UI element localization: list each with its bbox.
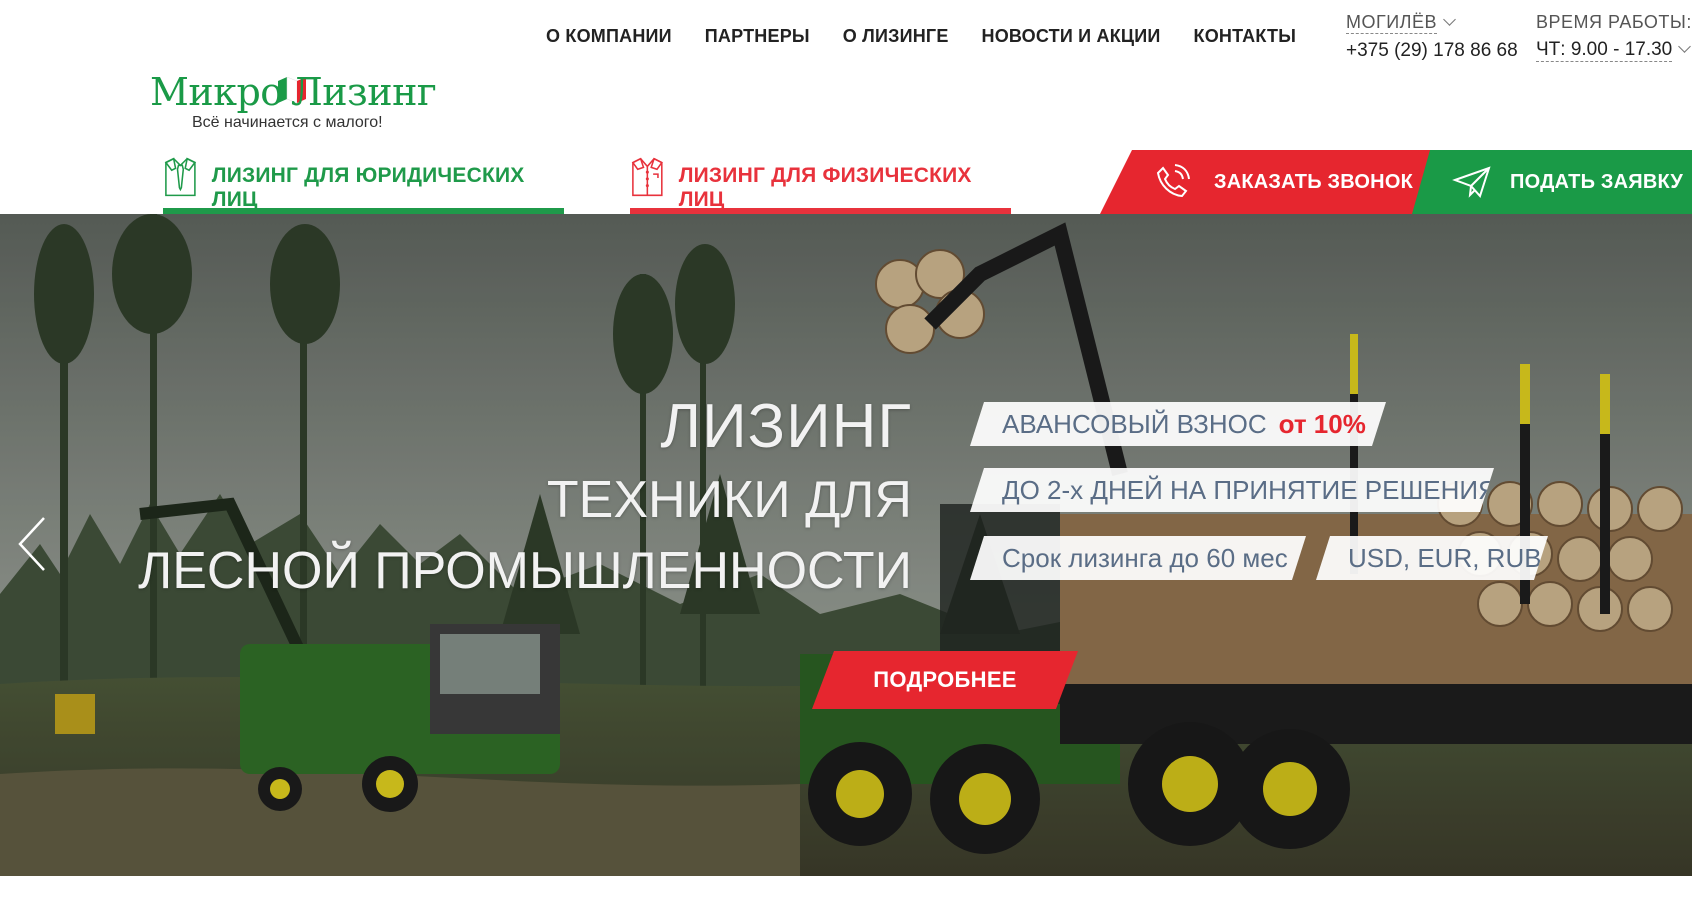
site-header: Микро Лизинг Всё начинается с малого! О … [0,0,1692,214]
order-call-label: ЗАКАЗАТЬ ЗВОНОК [1214,170,1413,193]
tab-legal-label: ЛИЗИНГ ДЛЯ ЮРИДИЧЕСКИХ ЛИЦ [211,164,525,211]
nav-item-contacts[interactable]: КОНТАКТЫ [1194,26,1297,47]
feature-decision-label: ДО 2-х ДНЕЙ НА ПРИНЯТИЕ РЕШЕНИЯ [1002,474,1497,505]
logo-tagline: Всё начинается с малого! [192,114,383,131]
feature-term-label: Срок лизинга до 60 мес [1002,542,1288,573]
chevron-down-icon [1678,40,1692,53]
order-call-button[interactable]: ЗАКАЗАТЬ ЗВОНОК [1100,150,1430,214]
chevron-left-icon[interactable] [14,514,50,574]
city-name: МОГИЛЁВ [1346,12,1438,34]
hero-title-line2: ТЕХНИКИ ДЛЯ [546,471,912,529]
phone-icon [1156,164,1190,198]
work-hours-value: ЧТ: 9.00 - 17.30 [1536,39,1673,62]
tab-legal-entities[interactable]: ЛИЗИНГ ДЛЯ ЮРИДИЧЕСКИХ ЛИЦ [163,152,564,214]
logo-word-lizing: Лизинг [291,70,437,114]
more-details-button[interactable]: ПОДРОБНЕЕ [812,651,1078,709]
hero-title: ЛИЗИНГ ТЕХНИКИ ДЛЯ ЛЕСНОЙ ПРОМЫШЛЕННОСТИ [138,392,912,604]
work-hours-block: ВРЕМЯ РАБОТЫ: ЧТ: 9.00 - 17.30 [1536,12,1692,62]
nav-item-partners[interactable]: ПАРТНЕРЫ [705,26,810,47]
tab-personal-label: ЛИЗИНГ ДЛЯ ФИЗИЧЕСКИХ ЛИЦ [678,164,972,211]
paper-plane-icon [1452,166,1491,198]
logo-word-micro: Микро [150,70,283,114]
main-nav: О КОМПАНИИ ПАРТНЕРЫ О ЛИЗИНГЕ НОВОСТИ И … [546,26,1296,47]
nav-item-about-company[interactable]: О КОМПАНИИ [546,26,672,47]
logo[interactable]: Микро Лизинг Всё начинается с малого! [150,70,450,132]
feature-advance-label: АВАНСОВЫЙ ВЗНОС [1002,408,1267,439]
city-block: МОГИЛЁВ +375 (29) 178 86 68 [1346,12,1518,62]
phone-number[interactable]: +375 (29) 178 86 68 [1346,40,1518,62]
feature-currencies-label: USD, EUR, RUB [1348,542,1542,573]
tie-shirt-icon [164,157,197,197]
feature-advance-payment: АВАНСОВЫЙ ВЗНОС от 10% [970,402,1386,446]
tab-individuals[interactable]: ЛИЗИНГ ДЛЯ ФИЗИЧЕСКИХ ЛИЦ [630,152,1011,214]
hero-slider: ЛИЗИНГ ТЕХНИКИ ДЛЯ ЛЕСНОЙ ПРОМЫШЛЕННОСТИ… [0,214,1692,876]
feature-currencies: USD, EUR, RUB [1316,536,1548,580]
chevron-down-icon [1443,13,1456,26]
submit-request-label: ПОДАТЬ ЗАЯВКУ [1510,170,1684,193]
submit-request-button[interactable]: ПОДАТЬ ЗАЯВКУ [1412,150,1692,214]
nav-item-about-leasing[interactable]: О ЛИЗИНГЕ [843,26,949,47]
nav-item-news[interactable]: НОВОСТИ И АКЦИИ [982,26,1161,47]
feature-leasing-term: Срок лизинга до 60 мес [970,536,1306,580]
city-selector[interactable]: МОГИЛЁВ [1346,12,1518,34]
shirt-icon [631,157,663,197]
work-hours-label: ВРЕМЯ РАБОТЫ: [1536,12,1692,32]
hero-title-line3: ЛЕСНОЙ ПРОМЫШЛЕННОСТИ [138,542,912,600]
hero-title-line1: ЛИЗИНГ [660,392,912,461]
work-hours-selector[interactable]: ЧТ: 9.00 - 17.30 [1536,39,1692,62]
feature-advance-value: от 10% [1278,408,1366,439]
feature-decision-time: ДО 2-х ДНЕЙ НА ПРИНЯТИЕ РЕШЕНИЯ [970,468,1494,512]
